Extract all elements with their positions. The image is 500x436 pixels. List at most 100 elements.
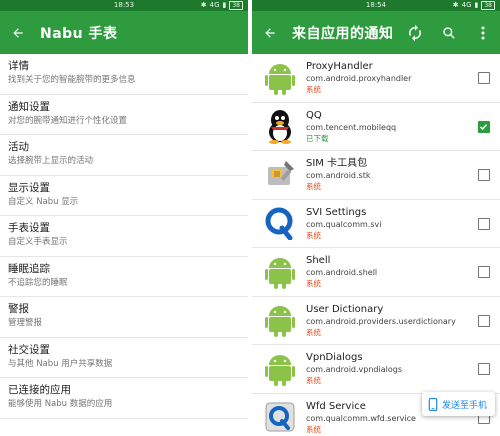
app-name: QQ: [306, 109, 322, 121]
app-name: VpnDialogs: [306, 352, 363, 364]
settings-item-notifications[interactable]: 通知设置 对您的腕带通知进行个性化设置: [0, 95, 248, 135]
check-icon: [479, 123, 488, 130]
settings-item-title: 活动: [8, 141, 29, 153]
signal-icon: ▮: [474, 1, 479, 9]
search-icon: [443, 26, 455, 39]
settings-item-subtitle: 自定义手表显示: [8, 237, 68, 247]
settings-item-subtitle: 选择腕带上显示的活动: [8, 156, 94, 166]
bluetooth-icon: ✱: [200, 1, 207, 9]
status-bar: 18:53 ✱ 4G ▮ 38: [0, 0, 248, 11]
settings-item-sleep[interactable]: 睡眠追踪 不追踪您的睡眠: [0, 257, 248, 297]
notify-checkbox[interactable]: [478, 266, 490, 278]
app-row-proxyhandler[interactable]: ProxyHandler com.android.proxyhandler 系统: [252, 54, 500, 103]
app-tag: 已下载: [306, 133, 329, 143]
status-bar: 18:54 ✱ 4G ▮ 38: [252, 0, 500, 11]
qualcomm-q-icon: [260, 203, 300, 243]
settings-item-title: 警报: [8, 303, 29, 315]
app-name: User Dictionary: [306, 303, 384, 315]
qq-penguin-icon: [260, 106, 300, 146]
settings-item-title: 显示设置: [8, 181, 50, 194]
settings-item-title: 已连接的应用: [8, 384, 71, 396]
notify-checkbox[interactable]: [478, 314, 490, 327]
settings-item-title: 详情: [8, 60, 29, 72]
settings-item-subtitle: 自定义 Nabu 显示: [8, 196, 79, 207]
status-indicators: ✱ 4G ▮ 38: [201, 0, 243, 11]
page-title: 来自应用的通知: [292, 25, 394, 42]
send-to-phone-label: 发送至手机: [441, 400, 487, 411]
settings-item-alarms[interactable]: 警报 管理警报: [0, 297, 248, 338]
network-type: 4G: [461, 1, 472, 9]
settings-item-subtitle: 不追踪您的睡眠: [8, 277, 68, 288]
settings-item-title: 睡眠追踪: [8, 262, 50, 275]
android-icon: [260, 252, 300, 292]
app-package: com.qualcomm.svi: [306, 219, 382, 229]
settings-item-title: 手表设置: [8, 222, 50, 234]
app-package: com.android.providers.userdictionary: [306, 316, 456, 326]
settings-item-display[interactable]: 显示设置 自定义 Nabu 显示: [0, 176, 248, 216]
settings-item-watch[interactable]: 手表设置 自定义手表显示: [0, 216, 248, 257]
app-package: com.android.shell: [306, 268, 378, 278]
settings-item-subtitle: 对您的腕带通知进行个性化设置: [8, 115, 128, 126]
refresh-button[interactable]: [398, 11, 432, 54]
settings-item-subtitle: 管理警报: [8, 318, 43, 328]
app-name: ProxyHandler: [306, 61, 373, 73]
bluetooth-icon: ✱: [452, 1, 459, 9]
settings-list: 详情 找到关于您的智能腕带的更多信息 通知设置 对您的腕带通知进行个性化设置 活…: [0, 54, 248, 419]
app-notifications-panel: 18:54 ✱ 4G ▮ 38 来自应用的通知 ProxyHandler com…: [252, 0, 500, 436]
settings-item-title: 通知设置: [8, 100, 50, 113]
android-icon: [260, 349, 300, 389]
app-tag: 系统: [306, 376, 321, 386]
notify-checkbox[interactable]: [478, 120, 490, 133]
toolbar-actions: [398, 11, 500, 54]
app-tag: 系统: [306, 279, 321, 289]
wfd-q-icon: [260, 397, 300, 436]
settings-item-subtitle: 与其他 Nabu 用户共享数据: [8, 358, 113, 369]
sim-toolkit-icon: [260, 155, 300, 195]
app-row-shell[interactable]: Shell com.android.shell 系统: [252, 248, 500, 297]
app-toolbar: Nabu 手表: [0, 11, 248, 54]
settings-item-title: 社交设置: [8, 343, 50, 356]
arrow-left-icon: [265, 27, 275, 38]
notify-checkbox[interactable]: [478, 72, 490, 84]
refresh-icon: [409, 24, 421, 41]
send-to-phone-button[interactable]: 发送至手机: [421, 392, 495, 416]
page-title: Nabu 手表: [40, 25, 118, 42]
settings-item-details[interactable]: 详情 找到关于您的智能腕带的更多信息: [0, 54, 248, 95]
app-tag: 系统: [306, 85, 321, 95]
android-icon: [260, 58, 300, 98]
app-package: com.android.stk: [306, 171, 371, 181]
settings-item-social[interactable]: 社交设置 与其他 Nabu 用户共享数据: [0, 338, 248, 378]
battery-level: 38: [229, 1, 243, 10]
search-button[interactable]: [432, 11, 466, 54]
app-name: Shell: [306, 255, 331, 267]
battery-level: 38: [481, 1, 495, 10]
app-row-vpndialogs[interactable]: VpnDialogs com.android.vpndialogs 系统: [252, 345, 500, 394]
back-button[interactable]: [0, 11, 36, 54]
app-toolbar: 来自应用的通知: [252, 11, 500, 54]
notify-checkbox[interactable]: [478, 363, 490, 375]
app-row-qq[interactable]: QQ com.tencent.mobileqq 已下载: [252, 103, 500, 151]
app-package: com.tencent.mobileqq: [306, 122, 397, 132]
network-type: 4G: [209, 1, 220, 9]
settings-item-subtitle: 能够使用 Nabu 数据的应用: [8, 399, 113, 409]
app-row-user-dictionary[interactable]: User Dictionary com.android.providers.us…: [252, 297, 500, 345]
notify-checkbox[interactable]: [478, 217, 490, 230]
android-icon: [260, 300, 300, 340]
app-row-svi-settings[interactable]: SVI Settings com.qualcomm.svi 系统: [252, 200, 500, 248]
app-tag: 系统: [306, 424, 321, 434]
more-options-button[interactable]: [466, 11, 500, 54]
app-name: SVI Settings: [306, 206, 367, 218]
app-row-sim-toolkit[interactable]: SIM 卡工具包 com.android.stk 系统: [252, 151, 500, 200]
arrow-left-icon: [13, 27, 23, 38]
settings-item-activity[interactable]: 活动 选择腕带上显示的活动: [0, 135, 248, 176]
signal-icon: ▮: [222, 1, 227, 9]
settings-item-connected-apps[interactable]: 已连接的应用 能够使用 Nabu 数据的应用: [0, 378, 248, 419]
app-tag: 系统: [306, 230, 321, 240]
app-name: SIM 卡工具包: [306, 158, 368, 170]
app-package: com.android.vpndialogs: [306, 365, 402, 375]
notify-checkbox[interactable]: [478, 169, 490, 181]
app-tag: 系统: [306, 327, 321, 337]
back-button[interactable]: [252, 11, 288, 54]
phone-icon: [428, 397, 438, 411]
settings-item-subtitle: 找到关于您的智能腕带的更多信息: [8, 75, 136, 85]
